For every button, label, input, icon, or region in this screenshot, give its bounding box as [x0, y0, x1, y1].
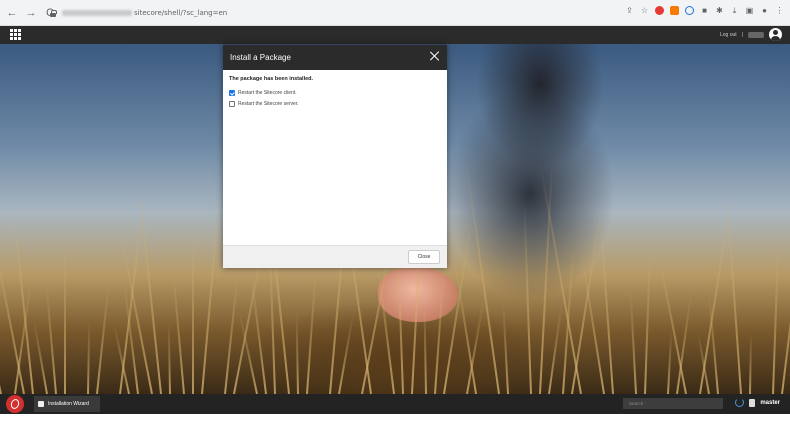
download-icon[interactable]: ⤓	[730, 6, 739, 15]
sitecore-start-button[interactable]	[6, 395, 24, 413]
browser-toolbar: ← → C sitecore/shell/?sc_lang=en ⇪ ☆ ■ ✱…	[0, 0, 790, 26]
grass-strand	[453, 260, 477, 394]
extension-orange-icon[interactable]	[670, 6, 679, 15]
restart-client-label: Restart the Sitecore client.	[238, 90, 297, 96]
grass-strand	[96, 280, 110, 394]
dialog-body: The package has been installed. Restart …	[223, 70, 447, 245]
grass-strand	[338, 313, 355, 394]
extension-icon[interactable]: ■	[700, 6, 709, 15]
wizard-icon	[38, 401, 44, 407]
avatar[interactable]	[769, 28, 782, 41]
grass-strand	[562, 246, 575, 394]
refresh-icon[interactable]	[735, 398, 745, 407]
grass-strand	[167, 322, 171, 394]
grass-strand	[657, 251, 687, 394]
grass-strand	[33, 320, 48, 394]
restart-server-checkbox[interactable]	[229, 101, 235, 107]
grass-strand	[629, 289, 637, 394]
dialog-header: Install a Package	[223, 45, 447, 70]
extension-blue-icon[interactable]	[685, 6, 694, 15]
taskbar-item-installation-wizard[interactable]: Installation Wizard	[34, 396, 100, 412]
close-icon[interactable]	[429, 50, 441, 62]
extension-red-icon[interactable]	[655, 6, 664, 15]
restart-server-label: Restart the Sitecore server.	[238, 101, 299, 107]
app-launcher-icon[interactable]	[9, 28, 22, 41]
puzzle-icon[interactable]: ✱	[715, 6, 724, 15]
grass-strand	[598, 206, 614, 394]
grass-strand	[192, 226, 194, 394]
restart-client-checkbox[interactable]	[229, 90, 235, 96]
profile-icon[interactable]: ●	[760, 6, 769, 15]
separator: |	[741, 31, 743, 38]
page-bottom-strip	[0, 414, 790, 421]
grass-strand	[523, 204, 532, 394]
grass-strand	[772, 236, 780, 394]
kebab-menu-icon[interactable]: ⋮	[775, 6, 784, 15]
close-button[interactable]: Close	[408, 250, 440, 264]
database-selector[interactable]: master	[735, 398, 780, 407]
search-input[interactable]: Search	[623, 398, 723, 409]
restart-server-option[interactable]: Restart the Sitecore server.	[229, 101, 441, 107]
install-package-dialog: Install a Package The package has been i…	[223, 45, 447, 268]
grass-strand	[676, 290, 693, 394]
tab-layout-icon[interactable]: ▣	[745, 6, 754, 15]
grass-strand	[749, 332, 753, 394]
grass-strand	[781, 196, 790, 394]
grass-strand	[87, 320, 91, 394]
grass-strand	[644, 248, 652, 394]
forward-icon[interactable]: →	[24, 6, 38, 20]
dialog-footer: Close	[223, 245, 447, 268]
url-path: sitecore/shell/?sc_lang=en	[134, 9, 228, 17]
logout-link[interactable]: Log out	[720, 32, 737, 38]
grass-strand	[64, 238, 66, 394]
grass-strand	[548, 302, 563, 394]
install-status-message: The package has been installed.	[229, 76, 314, 82]
back-icon[interactable]: ←	[5, 6, 19, 20]
grass-strand	[171, 267, 185, 394]
grass-strand	[306, 270, 317, 394]
database-name: master	[760, 399, 780, 406]
user-menu: Log out |	[720, 28, 782, 41]
username-redacted[interactable]	[748, 31, 764, 38]
grass-strand	[0, 239, 25, 394]
address-bar[interactable]: sitecore/shell/?sc_lang=en	[50, 5, 610, 21]
grass-strand	[726, 194, 742, 394]
grass-strand	[11, 196, 34, 394]
dialog-title: Install a Package	[230, 53, 291, 62]
url-host-redacted	[62, 10, 132, 16]
share-icon[interactable]: ⇪	[625, 6, 634, 15]
taskbar: Installation Wizard Search master	[0, 394, 790, 414]
grass-strand	[201, 185, 222, 394]
bookmark-star-icon[interactable]: ☆	[640, 6, 649, 15]
lock-icon	[50, 9, 57, 17]
sitecore-topbar: Log out |	[0, 26, 790, 44]
grass-strand	[502, 301, 509, 394]
grass-strand	[44, 279, 57, 394]
grass-strand	[667, 331, 673, 394]
grass-strand	[0, 335, 2, 394]
taskbar-item-label: Installation Wizard	[48, 401, 89, 407]
database-icon	[749, 398, 756, 407]
browser-extensions: ⇪ ☆ ■ ✱ ⤓ ▣ ● ⋮	[625, 6, 784, 15]
grass-strand	[295, 310, 299, 394]
restart-client-option[interactable]: Restart the Sitecore client.	[229, 90, 441, 96]
